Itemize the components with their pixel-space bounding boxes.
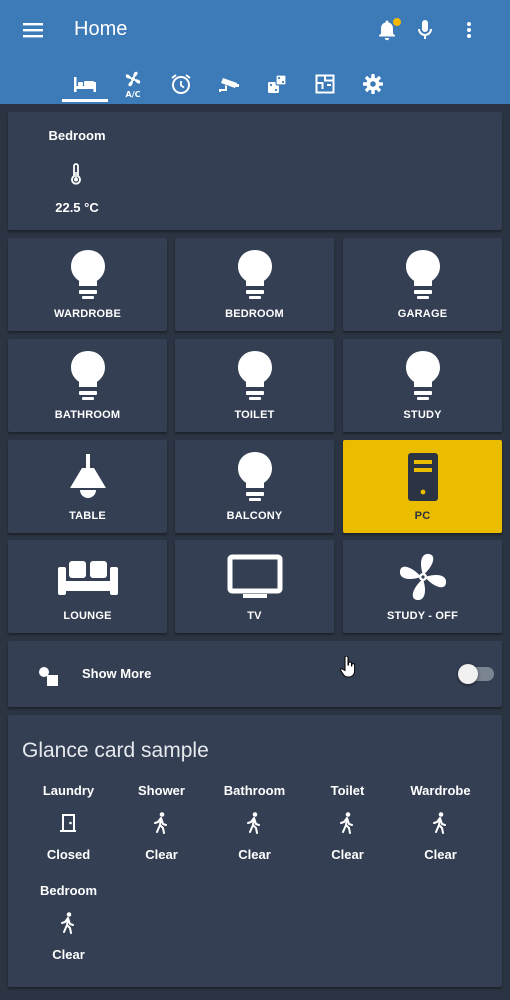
fan-icon (343, 550, 502, 604)
lightbulb-icon (175, 349, 334, 403)
mouse-cursor-icon (340, 655, 356, 678)
lightbulb-icon (175, 450, 334, 504)
button-label: WARDROBE (54, 308, 121, 320)
tab-ac[interactable]: A/C (111, 68, 155, 100)
button-label: TABLE (69, 510, 106, 522)
button-label: TV (247, 610, 262, 622)
button-study[interactable]: STUDY (343, 339, 502, 432)
button-label: BATHROOM (54, 409, 121, 421)
tab-alarm[interactable] (159, 68, 203, 100)
button-bathroom[interactable]: BATHROOM (8, 339, 167, 432)
gear-icon (363, 74, 383, 94)
button-wardrobe[interactable]: WARDROBE (8, 238, 167, 331)
door-closed-icon (56, 811, 80, 835)
tab-media[interactable] (255, 68, 299, 100)
walk-icon (242, 811, 266, 835)
walk-icon (428, 811, 452, 835)
glance-item-bedroom[interactable]: Bedroom Clear (22, 883, 115, 973)
sensor-card[interactable]: Bedroom 22.5 °C (8, 112, 502, 230)
walk-icon (56, 911, 80, 935)
tab-bedroom[interactable] (63, 68, 107, 100)
button-label: TOILET (234, 409, 275, 421)
walk-icon (149, 811, 173, 835)
alarm-clock-icon (171, 74, 191, 94)
button-table[interactable]: TABLE (8, 440, 167, 533)
sensor-value: 22.5 °C (55, 200, 99, 215)
glance-item-name: Bathroom (223, 783, 286, 798)
thermometer-icon (60, 158, 92, 190)
glance-item-name: Shower (138, 783, 185, 798)
glance-item-state: Clear (331, 847, 364, 862)
tab-floorplan[interactable] (303, 68, 347, 100)
lightbulb-icon (8, 248, 167, 302)
button-label: GARAGE (397, 308, 448, 320)
button-tv[interactable]: TV (175, 540, 334, 633)
glance-item-name: Toilet (330, 783, 365, 798)
cctv-camera-icon (219, 78, 239, 92)
button-label: STUDY (403, 409, 442, 421)
button-study-fan[interactable]: STUDY - OFF (343, 540, 502, 633)
more-vertical-icon[interactable] (454, 15, 484, 45)
tab-security[interactable] (207, 68, 251, 100)
glance-item-wardrobe[interactable]: Wardrobe Clear (394, 783, 487, 873)
television-icon (175, 550, 334, 604)
fan-ac-icon: A/C (126, 71, 141, 98)
sofa-icon (8, 550, 167, 604)
microphone-icon[interactable] (410, 15, 440, 45)
show-more-label: Show More (82, 666, 152, 681)
button-label: BEDROOM (225, 308, 284, 320)
button-label: LOUNGE (63, 610, 112, 622)
button-label: BALCONY (226, 510, 283, 522)
glance-item-state: Clear (424, 847, 457, 862)
shapes-icon (38, 665, 60, 687)
glance-item-name: Bedroom (39, 883, 98, 898)
dice-icon (268, 74, 287, 93)
glance-item-state: Clear (52, 947, 85, 962)
button-label: PC (414, 510, 431, 522)
tab-settings[interactable] (351, 68, 395, 100)
glance-item-shower[interactable]: Shower Clear (115, 783, 208, 873)
button-balcony[interactable]: BALCONY (175, 440, 334, 533)
walk-icon (335, 811, 359, 835)
glance-item-state: Closed (46, 847, 91, 862)
glance-title: Glance card sample (22, 739, 209, 762)
toggle-knob (458, 664, 478, 684)
glance-item-state: Clear (238, 847, 271, 862)
bed-icon (74, 77, 96, 92)
glance-item-laundry[interactable]: Laundry Closed (22, 783, 115, 873)
show-more-row[interactable]: Show More (8, 641, 502, 707)
ceiling-lamp-icon (8, 450, 167, 504)
show-more-toggle[interactable] (458, 664, 494, 684)
bell-icon[interactable] (372, 15, 402, 45)
app-header: Home A/C (0, 0, 510, 104)
lightbulb-icon (343, 248, 502, 302)
button-bedroom[interactable]: BEDROOM (175, 238, 334, 331)
glance-card: Glance card sample Laundry Closed Shower… (8, 715, 502, 987)
view-tabs: A/C (0, 64, 510, 104)
glance-item-state: Clear (145, 847, 178, 862)
menu-icon[interactable] (18, 15, 48, 45)
button-lounge[interactable]: LOUNGE (8, 540, 167, 633)
button-garage[interactable]: GARAGE (343, 238, 502, 331)
lightbulb-icon (8, 349, 167, 403)
desktop-tower-icon (343, 450, 502, 504)
page-title: Home (74, 18, 128, 40)
glance-item-toilet[interactable]: Toilet Clear (301, 783, 394, 873)
sensor-name: Bedroom (48, 128, 106, 143)
floor-plan-icon (315, 74, 335, 94)
glance-item-name: Laundry (42, 783, 95, 798)
lightbulb-icon (343, 349, 502, 403)
button-label: STUDY - OFF (386, 610, 459, 622)
notification-badge (393, 18, 401, 26)
glance-item-name: Wardrobe (410, 783, 471, 798)
button-toilet[interactable]: TOILET (175, 339, 334, 432)
active-tab-indicator (62, 99, 108, 102)
lightbulb-icon (175, 248, 334, 302)
glance-item-bathroom[interactable]: Bathroom Clear (208, 783, 301, 873)
button-pc[interactable]: PC (343, 440, 502, 533)
tab-ac-text: A/C (126, 90, 141, 98)
